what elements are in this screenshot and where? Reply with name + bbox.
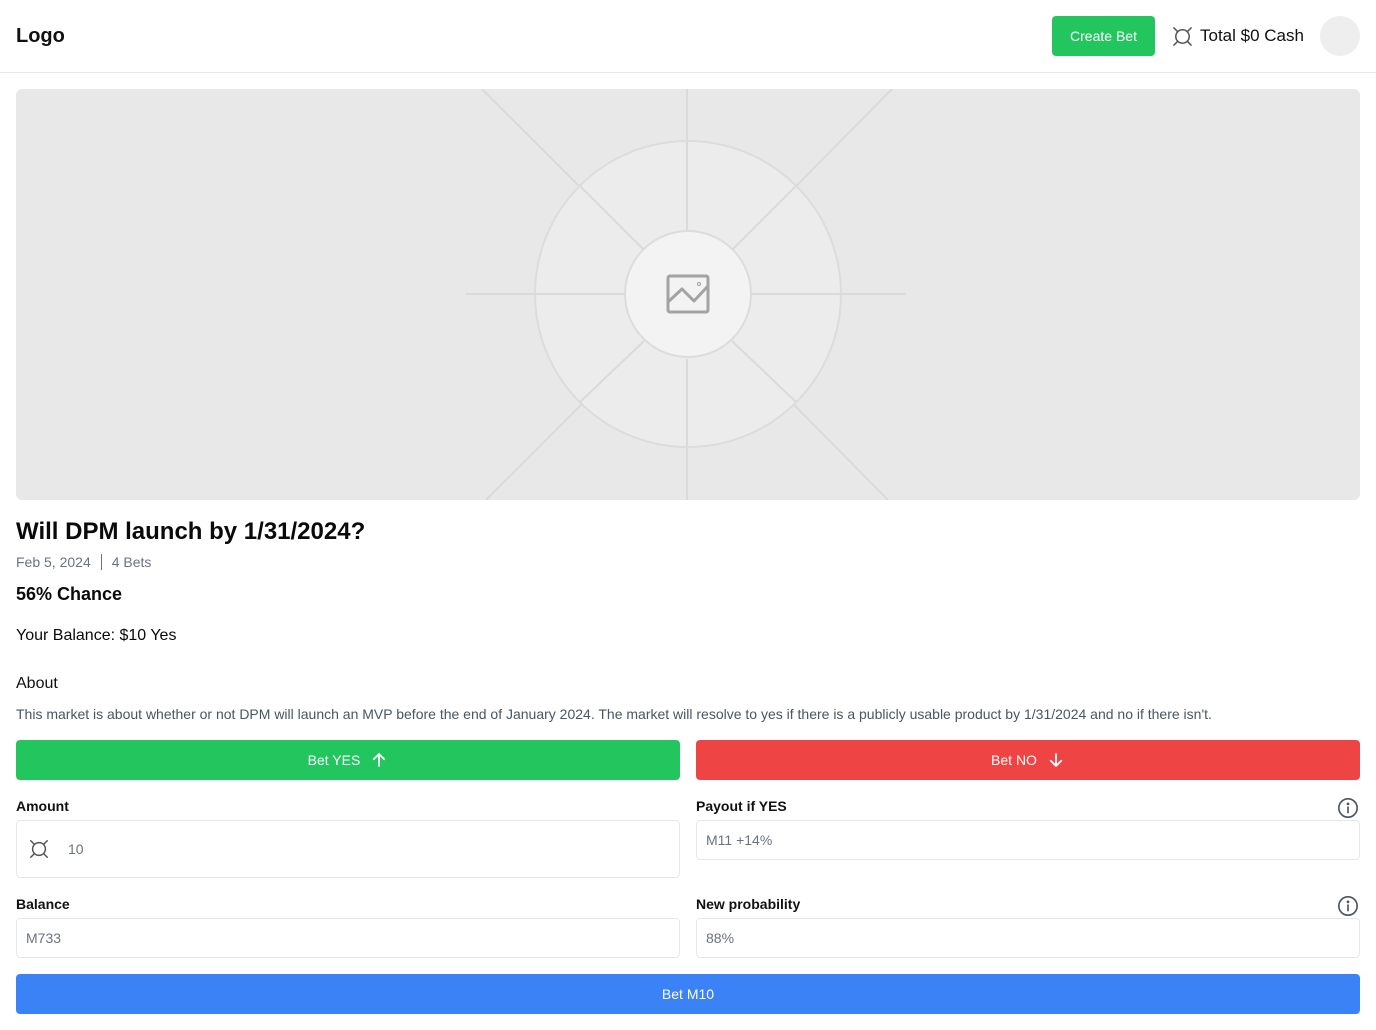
market-date: Feb 5, 2024 xyxy=(16,554,91,570)
coin-icon xyxy=(30,840,48,858)
meta-divider xyxy=(100,554,102,570)
info-icon[interactable] xyxy=(1337,895,1359,917)
create-bet-button[interactable]: Create Bet xyxy=(1052,16,1155,56)
new-probability-field: 88% xyxy=(696,918,1360,958)
arrow-down-icon xyxy=(1049,753,1063,767)
amount-label: Amount xyxy=(16,798,69,814)
avatar[interactable] xyxy=(1320,16,1360,56)
payout-field: M11 +14% xyxy=(696,820,1360,860)
arrow-up-icon xyxy=(373,753,386,767)
about-heading: About xyxy=(16,675,58,692)
bet-yes-button[interactable]: Bet YES xyxy=(16,740,680,780)
market-image-placeholder xyxy=(16,89,1360,500)
market-chance: 56% Chance xyxy=(16,584,123,604)
market-bet-count: 4 Bets xyxy=(111,554,152,570)
payout-label: Payout if YES xyxy=(696,798,787,814)
new-probability-value: 88% xyxy=(706,930,735,946)
logo[interactable]: Logo xyxy=(16,24,65,48)
about-description: This market is about whether or not DPM … xyxy=(16,706,1212,722)
market-title: Will DPM launch by 1/31/2024? xyxy=(16,518,366,545)
top-navbar: Logo Create Bet Total $0 Cash xyxy=(0,0,1376,73)
bet-no-label: Bet NO xyxy=(991,752,1037,768)
balance-label: Balance xyxy=(16,896,70,912)
bet-yes-label: Bet YES xyxy=(307,752,361,768)
amount-input[interactable]: 10 xyxy=(16,820,680,878)
submit-bet-button[interactable]: Bet M10 xyxy=(16,974,1360,1014)
placeholder-pattern xyxy=(466,89,906,500)
balance-value: M733 xyxy=(26,930,62,946)
bet-no-button[interactable]: Bet NO xyxy=(696,740,1360,780)
cash-balance[interactable]: Total $0 Cash xyxy=(1171,24,1304,48)
market-meta: Feb 5, 2024 4 Bets xyxy=(16,552,151,572)
info-icon[interactable] xyxy=(1337,797,1359,819)
balance-field: M733 xyxy=(16,918,680,958)
your-balance: Your Balance: $10 Yes xyxy=(16,627,177,644)
payout-value: M11 +14% xyxy=(706,832,773,848)
amount-value: 10 xyxy=(68,841,84,857)
new-probability-label: New probability xyxy=(696,896,801,912)
cash-label: Total $0 Cash xyxy=(1200,26,1304,45)
coin-icon xyxy=(1173,26,1192,46)
